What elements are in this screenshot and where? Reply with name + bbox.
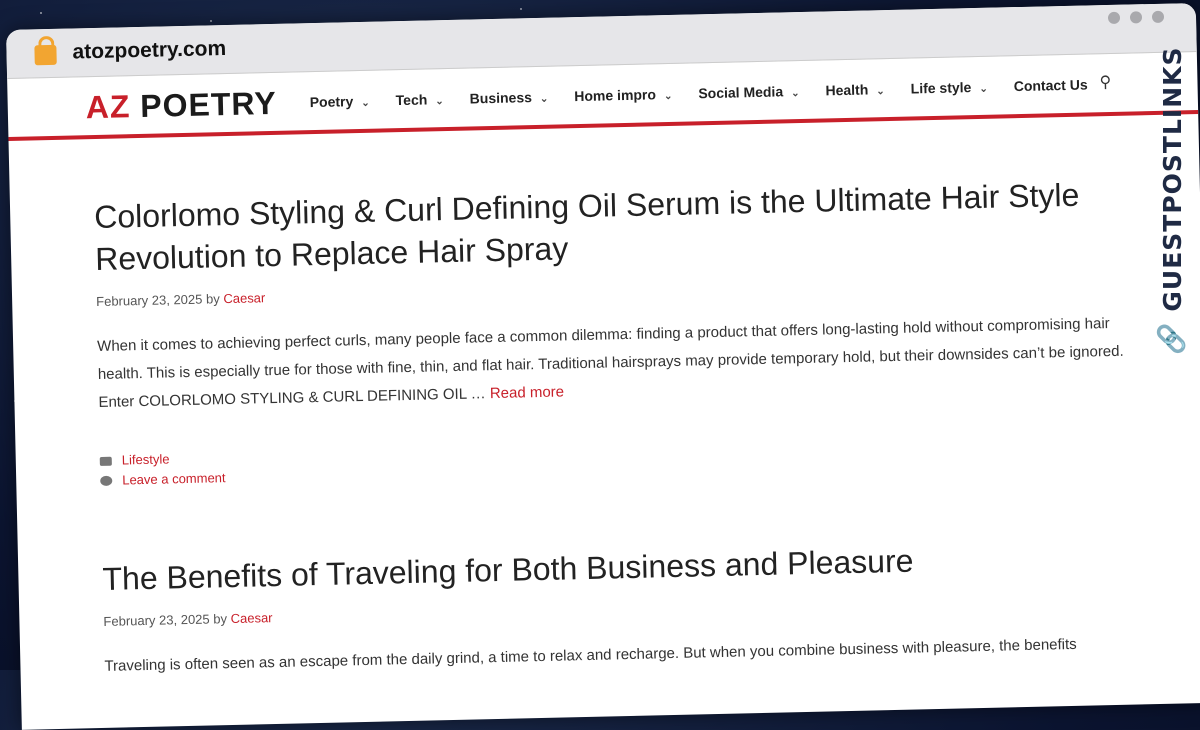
search-icon[interactable]: ⚲ [1099,72,1111,92]
window-dot-icon[interactable] [1151,10,1165,23]
menu-label: Contact Us [1013,76,1088,95]
browser-window: atozpoetry.com AZ POETRY Poetry ⌄ Tech ⌄ B… [6,3,1200,730]
menu-item-tech[interactable]: Tech ⌄ [395,91,443,108]
lock-icon [34,44,57,66]
excerpt-text: When it comes to achieving perfect curls… [97,315,1124,411]
main-menu: Poetry ⌄ Tech ⌄ Business ⌄ Home impro ⌄ Soci… [310,76,1114,110]
post-excerpt: When it comes to achieving perfect curls… [97,310,1135,417]
chevron-down-icon: ⌄ [791,88,800,100]
post-article: Colorlomo Styling & Curl Defining Oil Se… [94,173,1136,491]
menu-item-health[interactable]: Health ⌄ [825,81,885,98]
menu-item-business[interactable]: Business ⌄ [469,89,549,107]
chevron-down-icon: ⌄ [539,93,549,105]
post-date[interactable]: February 23, 2025 [103,612,210,629]
guestpostlinks-watermark: 🔗 GUESTPOSTLINKS [1157,47,1187,356]
menu-label: Poetry [309,93,354,111]
menu-item-home-impro[interactable]: Home impro ⌄ [574,86,672,104]
leave-comment-link[interactable]: Leave a comment [122,468,226,490]
menu-label: Business [469,89,533,107]
post-title[interactable]: The Benefits of Traveling for Both Busin… [102,534,1139,599]
post-by: by [213,611,228,627]
link-icon: 🔗 [1157,321,1187,355]
post-by: by [205,291,220,307]
menu-item-poetry[interactable]: Poetry ⌄ [310,93,370,110]
post-author[interactable]: Caesar [230,610,272,626]
read-more-link[interactable]: Read more [490,383,565,402]
window-dot-icon[interactable] [1129,11,1143,24]
logo-prefix: AZ [85,88,131,126]
folder-icon [99,456,112,466]
menu-label: Home impro [574,86,657,105]
post-title[interactable]: Colorlomo Styling & Curl Defining Oil Se… [94,173,1132,280]
menu-label: Social Media [698,83,784,102]
site-logo[interactable]: AZ POETRY [85,85,277,126]
menu-label: Tech [395,91,428,109]
menu-item-life-style[interactable]: Life style ⌄ [910,79,988,97]
window-controls [1098,10,1165,29]
chevron-down-icon: ⌄ [663,90,673,103]
watermark-text: GUESTPOSTLINKS [1157,46,1187,312]
post-excerpt: Traveling is often seen as an escape fro… [104,629,1140,680]
post-article: The Benefits of Traveling for Both Busin… [102,534,1141,680]
menu-label: Health [825,81,869,99]
window-dot-icon[interactable] [1107,11,1121,24]
comment-icon [100,475,113,486]
category-link[interactable]: Lifestyle [122,449,170,470]
post-date[interactable]: February 23, 2025 [96,292,203,309]
chevron-down-icon: ⌄ [435,96,444,108]
address-bar[interactable]: atozpoetry.com [72,37,226,64]
post-footer: Lifestyle Leave a comment [99,427,1137,490]
chevron-down-icon: ⌄ [361,97,370,109]
menu-item-social-media[interactable]: Social Media ⌄ [698,83,800,101]
menu-label: Life style [910,79,972,97]
post-author[interactable]: Caesar [223,290,265,306]
chevron-down-icon: ⌄ [979,83,988,95]
logo-text: POETRY [139,84,278,124]
excerpt-text: Traveling is often seen as an escape fro… [104,635,1077,675]
chevron-down-icon: ⌄ [876,86,885,98]
menu-item-contact-us[interactable]: Contact Us [1014,76,1088,94]
